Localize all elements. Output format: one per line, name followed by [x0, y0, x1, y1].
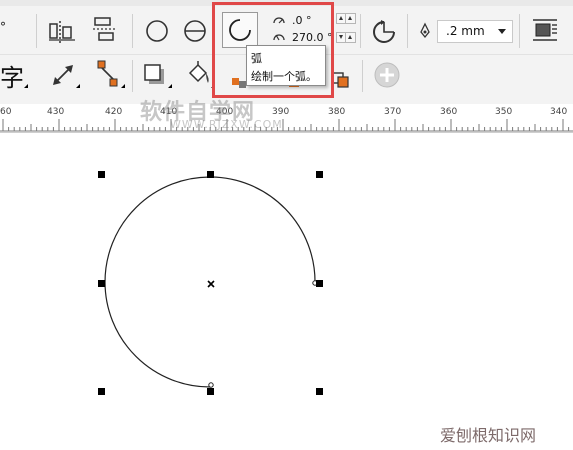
drawing-canvas[interactable]: [0, 0, 573, 450]
footer-brand: 爱刨根知识网: [440, 426, 537, 445]
center-marker: [207, 280, 215, 288]
arc-end-node: [208, 382, 214, 388]
selection-handle[interactable]: [316, 280, 323, 287]
selection-handle[interactable]: [98, 171, 105, 178]
selection-handle[interactable]: [207, 388, 214, 395]
selection-handle[interactable]: [316, 171, 323, 178]
selection-handle[interactable]: [98, 280, 105, 287]
selection-handle[interactable]: [316, 388, 323, 395]
selection-handle[interactable]: [98, 388, 105, 395]
selection-handle[interactable]: [207, 171, 214, 178]
